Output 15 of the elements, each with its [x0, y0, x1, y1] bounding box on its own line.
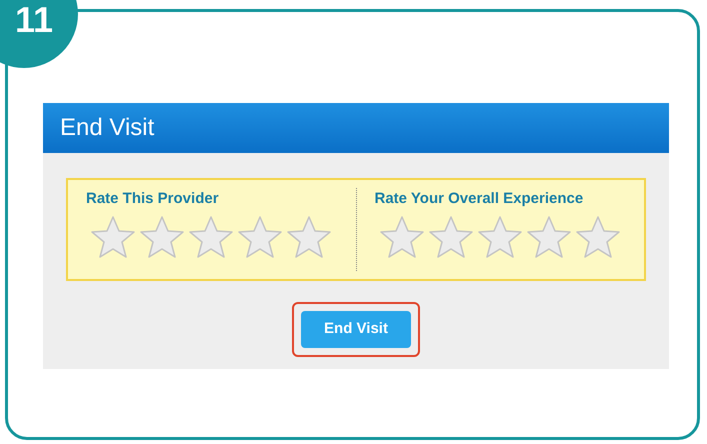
star-icon[interactable] [476, 214, 522, 258]
star-icon[interactable] [188, 214, 234, 258]
rating-label: Rate This Provider [86, 189, 220, 209]
star-icon[interactable] [237, 214, 283, 258]
star-icon[interactable] [428, 214, 474, 258]
end-visit-button[interactable]: End Visit [301, 311, 411, 348]
star-icon[interactable] [286, 214, 332, 258]
star-icon[interactable] [526, 214, 572, 258]
dialog-title: End Visit [43, 103, 669, 153]
star-icon[interactable] [139, 214, 185, 258]
star-icon[interactable] [378, 214, 424, 258]
step-number-badge: 11 [0, 0, 78, 68]
star-icon[interactable] [574, 214, 620, 258]
rating-label: Rate Your Overall Experience [374, 189, 584, 209]
star-icon[interactable] [90, 214, 136, 258]
